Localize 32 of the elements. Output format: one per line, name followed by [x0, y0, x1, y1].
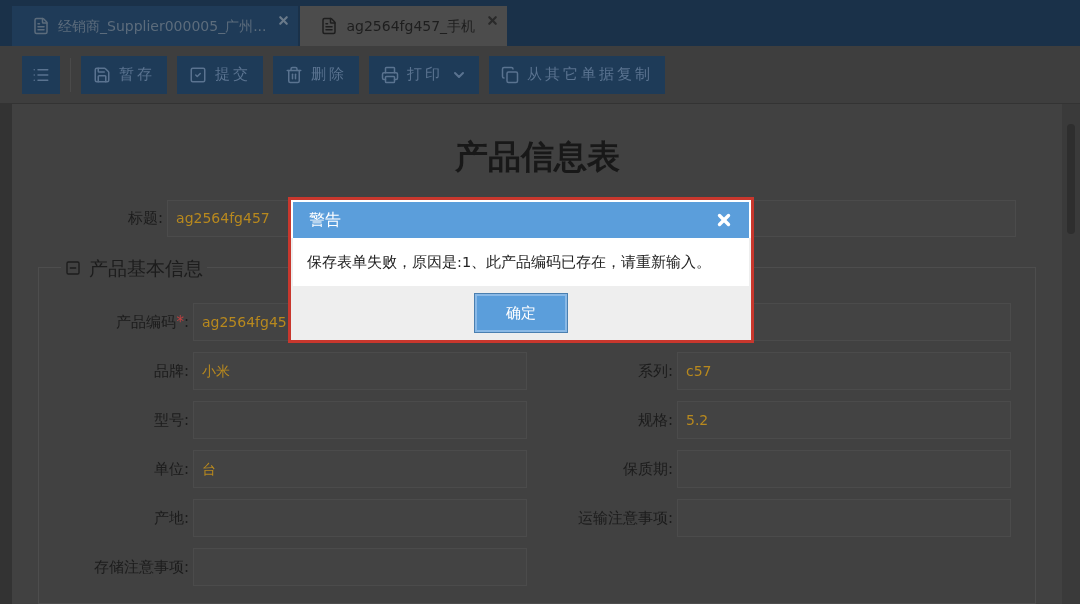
- trash-icon: [285, 65, 303, 84]
- field-value: ag2564fg45: [202, 312, 287, 332]
- toolbar-button[interactable]: 提交: [177, 55, 263, 94]
- toolbar-button[interactable]: 打印: [369, 55, 479, 94]
- close-icon[interactable]: [715, 211, 733, 229]
- field-value: c57: [686, 361, 712, 381]
- field-value: ag2564fg457: [176, 208, 270, 228]
- input-field[interactable]: 5.2: [677, 401, 1011, 439]
- colon-text: :: [183, 311, 189, 333]
- document-icon: [320, 17, 339, 35]
- input-field[interactable]: 台: [193, 450, 527, 488]
- tab[interactable]: 经销商_Supplier000005_广州...: [12, 6, 299, 46]
- dialog-message: 保存表单失败，原因是:1、此产品编码已存在，请重新输入。: [307, 254, 712, 270]
- toolbar-button[interactable]: 删除: [273, 55, 359, 94]
- input-field[interactable]: c57: [677, 352, 1011, 390]
- close-icon[interactable]: [486, 14, 500, 27]
- required-mark: *: [176, 311, 184, 333]
- checkbox-icon: [189, 65, 207, 84]
- toolbar-button[interactable]: 从其它单据复制: [489, 55, 665, 94]
- printer-icon: [381, 65, 399, 84]
- field-value: 台: [202, 459, 216, 479]
- confirm-button[interactable]: 确定: [475, 294, 567, 332]
- collapse-icon[interactable]: [65, 259, 81, 276]
- menu-button[interactable]: [22, 55, 60, 94]
- toolbar-button[interactable]: 暂存: [81, 55, 167, 94]
- close-icon[interactable]: [277, 14, 291, 27]
- dialog-title: 警告: [309, 209, 341, 231]
- field-value: 小米: [202, 361, 230, 381]
- copy-icon: [501, 65, 519, 84]
- document-icon: [32, 17, 50, 35]
- field-value: 5.2: [686, 410, 709, 430]
- input-field[interactable]: 小米: [193, 352, 527, 390]
